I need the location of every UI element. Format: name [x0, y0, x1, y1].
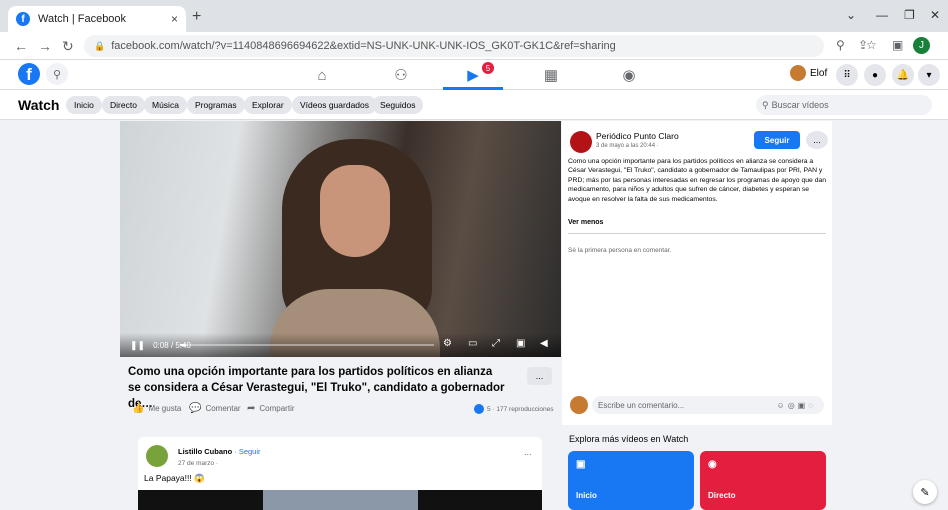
video-controls: ❚❚ 0:08 / 5:40 ⚙ ▭ ⤢ ▣ ◀	[120, 333, 561, 357]
explore-card-directo[interactable]: ◉ Directo	[700, 451, 826, 510]
search-icon: ⚲	[762, 99, 769, 110]
page-name[interactable]: Periódico Punto Claro	[596, 131, 679, 141]
account-chevron-icon[interactable]: ▾	[918, 64, 940, 86]
address-bar-row: ← → ↻ 🔒 facebook.com/watch/?v=1140848696…	[0, 32, 948, 60]
zoom-icon[interactable]: ⚲	[836, 38, 845, 52]
comment-button[interactable]: 💬 Comentar	[189, 403, 241, 414]
bookmark-star-icon[interactable]: ☆	[866, 38, 877, 52]
url-text: facebook.com/watch/?v=1140848696694622&e…	[111, 40, 616, 52]
page-title: Watch	[18, 97, 60, 113]
next-post-card: Listillo Cubano · Seguir 27 de marzo · .…	[138, 437, 542, 510]
video-views: 5 · 177 reproducciones	[474, 404, 554, 414]
chip-musica[interactable]: Música	[144, 96, 187, 114]
search-icon[interactable]: ⚲	[46, 63, 68, 85]
search-placeholder: Buscar vídeos	[771, 100, 829, 110]
tab-search-icon[interactable]: ⌄	[846, 8, 856, 22]
chip-inicio[interactable]: Inicio	[66, 96, 102, 114]
messenger-icon[interactable]: ●	[864, 64, 886, 86]
reaction-icon	[474, 404, 484, 414]
video-search-input[interactable]: ⚲ Buscar vídeos	[756, 95, 932, 115]
url-field[interactable]: 🔒 facebook.com/watch/?v=1140848696694622…	[84, 35, 824, 57]
new-tab-button[interactable]: +	[192, 8, 201, 26]
explore-title: Explora más vídeos en Watch	[569, 434, 689, 444]
miniplayer-icon[interactable]: ▣	[516, 338, 525, 349]
see-less-link[interactable]: Ver menos	[568, 219, 603, 226]
share-button[interactable]: ➦ Compartir	[247, 403, 295, 414]
avatar	[570, 396, 588, 414]
explore-card-inicio[interactable]: ▣ Inicio	[568, 451, 694, 510]
browser-tab[interactable]: f Watch | Facebook ×	[8, 6, 186, 32]
like-button[interactable]: 👍 Me gusta	[132, 403, 181, 414]
notifications-bell-icon[interactable]: 🔔	[892, 64, 914, 86]
page-avatar[interactable]	[570, 131, 592, 153]
facebook-favicon-icon: f	[16, 12, 30, 26]
share-arrow-icon: ➦	[247, 403, 256, 414]
avatar	[790, 65, 806, 81]
reload-icon[interactable]: ↻	[62, 38, 74, 55]
comment-emoji-icons[interactable]: ☺◎▣◌	[777, 401, 816, 410]
marketplace-icon[interactable]: ▦	[536, 63, 566, 87]
pause-icon[interactable]: ❚❚	[130, 340, 145, 351]
follow-button[interactable]: Seguir	[754, 131, 800, 149]
avatar[interactable]	[146, 445, 168, 467]
watch-notification-badge: 5	[482, 62, 494, 74]
next-post-author[interactable]: Listillo Cubano · Seguir	[178, 447, 261, 456]
friends-icon[interactable]: ⚇	[386, 63, 416, 87]
tab-title: Watch | Facebook	[38, 13, 127, 25]
restore-icon[interactable]: ❐	[904, 8, 915, 22]
back-icon[interactable]: ←	[14, 38, 28, 54]
chip-videos-guardados[interactable]: Vídeos guardados	[292, 96, 377, 114]
menu-grid-icon[interactable]: ⠿	[836, 64, 858, 86]
like-icon: 👍	[132, 403, 145, 414]
first-comment-prompt: Sé la primera persona en comentar.	[568, 247, 672, 254]
tab-close-icon[interactable]: ×	[171, 12, 178, 26]
captions-icon[interactable]: ▭	[468, 338, 477, 349]
watch-header: Watch Inicio Directo Música Programas Ex…	[0, 90, 948, 120]
post-more-button[interactable]: ...	[806, 131, 828, 149]
new-message-icon[interactable]: ✎	[913, 480, 937, 504]
comment-input[interactable]: Escribe un comentario... ☺◎▣◌	[592, 396, 824, 414]
browser-profile-avatar[interactable]: J	[913, 37, 930, 54]
sidepanel-icon[interactable]: ▣	[892, 38, 903, 52]
settings-icon[interactable]: ⚙	[443, 338, 452, 349]
post-date[interactable]: 3 de mayo a las 20:44 ·	[596, 143, 659, 149]
live-camera-icon: ◉	[708, 459, 717, 470]
next-post-more-icon[interactable]: ...	[524, 447, 532, 457]
user-name: Elof	[810, 67, 828, 79]
volume-icon[interactable]: ◀	[540, 338, 548, 349]
post-description: Como una opción importante para los part…	[568, 158, 827, 203]
video-more-button[interactable]: ...	[527, 367, 552, 385]
chip-directo[interactable]: Directo	[102, 96, 145, 114]
video-frame-person	[270, 139, 440, 357]
user-profile-button[interactable]: Elof	[790, 65, 827, 81]
tv-icon: ▣	[576, 459, 586, 470]
next-video-thumbnail[interactable]	[138, 490, 542, 510]
chip-seguidos[interactable]: Seguidos	[372, 96, 424, 114]
groups-icon[interactable]: ◉	[614, 63, 644, 87]
follow-link[interactable]: · Seguir	[232, 447, 260, 456]
lock-icon: 🔒	[94, 40, 106, 51]
browser-tab-bar: f Watch | Facebook × + ⌄ — ❐ ✕	[0, 0, 948, 32]
minimize-icon[interactable]: —	[876, 8, 888, 22]
chip-programas[interactable]: Programas	[187, 96, 245, 114]
video-player[interactable]: ❚❚ 0:08 / 5:40 ⚙ ▭ ⤢ ▣ ◀	[120, 121, 561, 357]
video-title: Como una opción importante para los part…	[128, 366, 505, 410]
facebook-logo[interactable]: f	[18, 63, 40, 85]
home-icon[interactable]: ⌂	[307, 63, 337, 87]
fullscreen-icon[interactable]: ⤢	[492, 338, 500, 349]
chip-explorar[interactable]: Explorar	[244, 96, 292, 114]
progress-bar[interactable]	[180, 344, 434, 346]
comment-icon: 💬	[189, 403, 202, 414]
divider	[568, 233, 826, 234]
next-post-caption: La Papaya!!! 😱	[144, 473, 205, 483]
post-side-panel: Periódico Punto Claro 3 de mayo a las 20…	[562, 121, 832, 425]
forward-icon[interactable]: →	[38, 38, 52, 54]
next-post-date[interactable]: 27 de marzo ·	[178, 460, 218, 467]
window-close-icon[interactable]: ✕	[930, 8, 940, 22]
